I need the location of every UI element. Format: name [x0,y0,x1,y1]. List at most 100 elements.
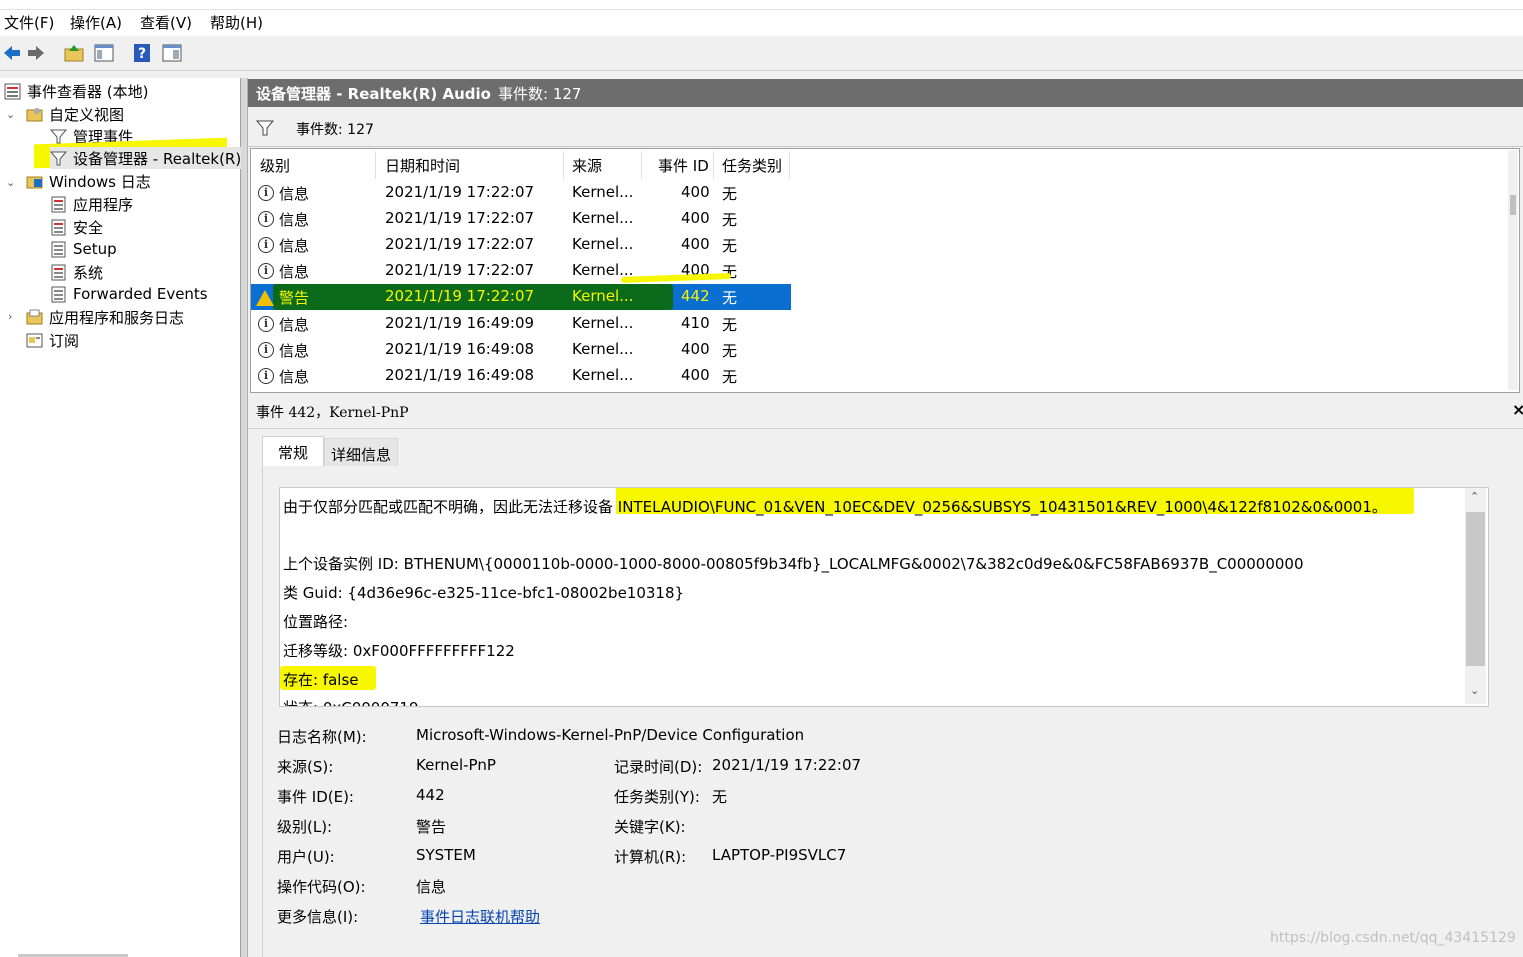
log-icon [50,241,67,258]
folder-icon [26,106,43,123]
column-source[interactable]: 来源 [572,155,602,176]
row-level: 信息 [279,263,310,281]
tree-item-system[interactable]: 系统 [50,261,103,283]
description-line: 由于仅部分匹配或匹配不明确，因此无法迁移设备 INTELAUDIO\FUNC_0… [283,498,1387,516]
tree-label: 自定义视图 [49,105,125,124]
row-event-id: 400 [681,235,710,253]
event-detail-header: 事件 442，Kernel-PnP × [248,396,1523,429]
column-task-category[interactable]: 任务类别 [722,155,782,176]
close-icon[interactable]: × [1512,400,1523,419]
row-task: 无 [722,368,738,386]
tree-item-windows-logs[interactable]: Windows 日志 [26,170,151,192]
table-row[interactable]: i 信息 2021/1/19 16:49:09 Kernel... 410 无 [251,311,791,337]
event-list-scrollbar[interactable] [1508,150,1518,390]
tree-item-forwarded-events[interactable]: Forwarded Events [50,283,208,305]
menu-view[interactable]: 查看(V) [140,12,192,33]
table-row-selected[interactable]: 警告 2021/1/19 17:22:07 Kernel... 442 无 [251,284,791,310]
opcode-value: 信息 [416,878,447,896]
table-row[interactable]: i 信息 2021/1/19 17:22:07 Kernel... 400 无 [251,180,791,206]
tree-label: 事件查看器 (本地) [27,82,149,101]
tree-item-application[interactable]: 应用程序 [50,193,133,215]
chevron-down-icon[interactable]: ⌄ [6,108,15,121]
menu-file[interactable]: 文件(F) [4,12,54,33]
filter-count: 事件数: 127 [296,122,374,138]
column-separator[interactable] [563,151,564,179]
tree-label: Forwarded Events [73,285,208,303]
view-header: 设备管理器 - Realtek(R) Audio 事件数: 127 [248,79,1523,107]
tree-item-subscriptions[interactable]: 订阅 [26,329,79,351]
row-datetime: 2021/1/19 16:49:08 [385,340,535,358]
event-viewer-icon [4,83,21,100]
log-icon [50,286,67,303]
properties-icon[interactable] [160,41,184,65]
tree-label: Windows 日志 [49,172,151,191]
column-separator[interactable] [713,151,714,179]
chevron-right-icon[interactable]: › [8,310,12,323]
filter-icon [49,150,68,167]
column-separator[interactable] [641,151,642,179]
row-source: Kernel... [572,366,634,384]
pane-splitter[interactable] [241,78,248,957]
help-icon[interactable]: ? [130,41,154,65]
menu-bar: 文件(F) 操作(A) 查看(V) 帮助(H) [0,0,1523,36]
show-hide-tree-icon[interactable] [92,41,116,65]
chevron-down-icon[interactable]: ⌄ [6,176,15,189]
filter-icon [49,128,68,145]
column-separator[interactable] [375,151,376,179]
row-level: 信息 [279,342,310,360]
info-icon: i [258,342,274,358]
chevron-up-icon[interactable]: ⌃ [1470,490,1479,503]
online-help-link[interactable]: 事件日志联机帮助 [420,906,540,927]
description-line: 类 Guid: {4d36e96c-e325-11ce-bfc1-08002be… [283,584,685,602]
column-datetime[interactable]: 日期和时间 [385,155,460,176]
computer-value: LAPTOP-PI9SVLC7 [712,846,847,864]
table-row[interactable]: i 信息 2021/1/19 16:49:08 Kernel... 400 无 [251,363,791,389]
tree-item-setup[interactable]: Setup [50,238,117,260]
chevron-down-icon[interactable]: ⌄ [1470,684,1479,697]
event-id-value: 442 [416,786,445,804]
tree-item-security[interactable]: 安全 [50,216,103,238]
table-row[interactable]: i 信息 2021/1/19 17:22:07 Kernel... 400 无 [251,206,791,232]
folder-icon [26,173,43,190]
tree-label: 应用程序和服务日志 [49,308,185,327]
tree-item-app-service-logs[interactable]: 应用程序和服务日志 [26,306,184,328]
view-title: 设备管理器 - Realtek(R) Audio [256,85,491,103]
tree-item-device-manager[interactable]: 设备管理器 - Realtek(R) [49,147,242,169]
level-label: 级别(L): [277,818,333,836]
source-value: Kernel-PnP [416,756,496,774]
user-label: 用户(U): [277,848,335,866]
tab-general[interactable]: 常规 [262,436,324,467]
table-row[interactable]: i 信息 2021/1/19 17:22:07 Kernel... 400 无 [251,232,791,258]
up-folder-icon[interactable] [62,41,86,65]
tree-item-custom-views[interactable]: 自定义视图 [26,103,124,125]
tree-label: 设备管理器 - Realtek(R) [73,149,242,168]
tree-item-event-viewer-local[interactable]: 事件查看器 (本地) [4,80,148,102]
row-level: 信息 [279,237,310,255]
row-task: 无 [722,342,738,360]
logged-value: 2021/1/19 17:22:07 [712,756,862,774]
column-separator[interactable] [789,151,790,179]
row-event-id: 400 [681,183,710,201]
scrollbar-thumb[interactable] [1466,512,1485,666]
description-scrollbar[interactable]: ⌃ ⌄ [1465,488,1486,704]
description-line: 状态: 0xC0000719 [283,697,419,706]
table-row[interactable]: i 信息 2021/1/19 17:22:07 Kernel... 400 无 [251,258,791,284]
info-icon: i [258,211,274,227]
event-description[interactable]: 由于仅部分匹配或匹配不明确，因此无法迁移设备 INTELAUDIO\FUNC_0… [279,487,1489,707]
tree-label: Setup [73,240,117,258]
row-event-id: 400 [681,366,710,384]
row-datetime: 2021/1/19 17:22:07 [385,287,535,305]
table-row[interactable]: i 信息 2021/1/19 16:49:08 Kernel... 400 无 [251,337,791,363]
forward-arrow-icon[interactable] [24,41,48,65]
event-list: 级别 日期和时间 来源 事件 ID 任务类别 i 信息 2021/1/19 17… [250,148,1520,393]
back-arrow-icon[interactable] [0,41,24,65]
warning-icon [256,290,274,306]
description-line: 存在: false [283,671,359,689]
menu-help[interactable]: 帮助(H) [210,12,263,33]
menu-action[interactable]: 操作(A) [70,12,122,33]
column-event-id[interactable]: 事件 ID [658,155,709,176]
description-line: 上个设备实例 ID: BTHENUM\{0000110b-0000-1000-8… [283,555,1304,573]
more-info-label: 更多信息(I): [277,908,359,926]
column-level[interactable]: 级别 [260,155,290,176]
row-datetime: 2021/1/19 17:22:07 [385,183,535,201]
